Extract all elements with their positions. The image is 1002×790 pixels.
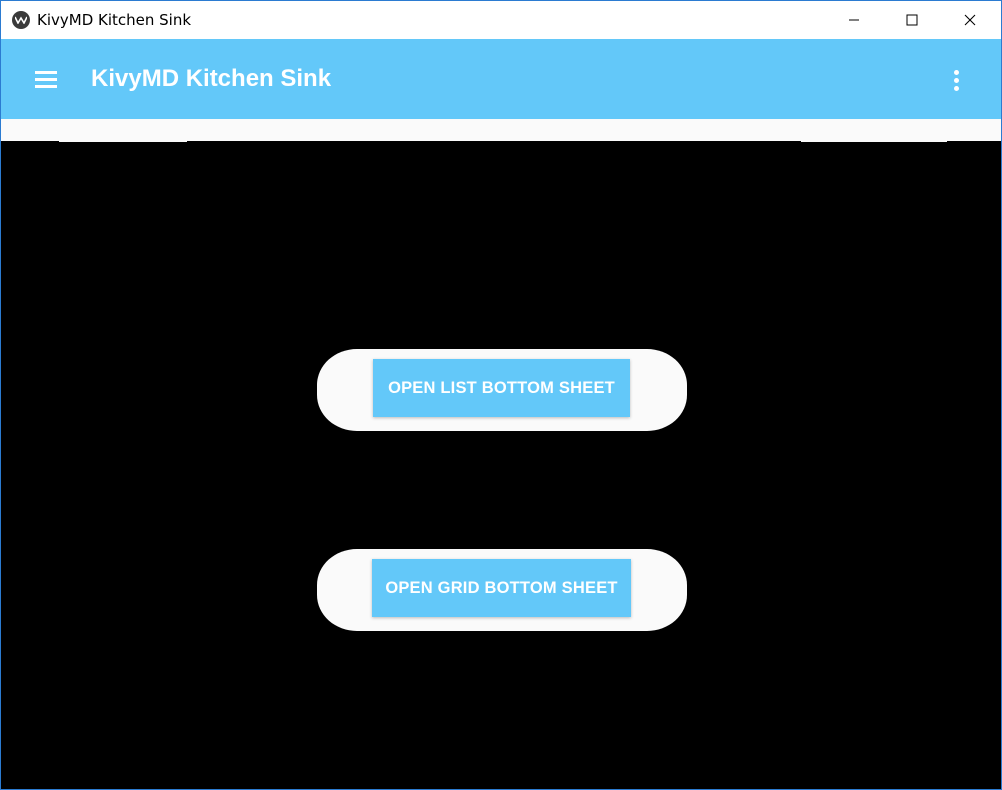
- app-window: KivyMD Kitchen Sink KivyMD Kitchen Sink: [0, 0, 1002, 790]
- app-toolbar: KivyMD Kitchen Sink: [1, 39, 1001, 119]
- toolbar-title: KivyMD Kitchen Sink: [91, 65, 332, 92]
- maximize-icon: [906, 14, 918, 26]
- minimize-button[interactable]: [831, 1, 877, 39]
- open-list-bottom-sheet-button[interactable]: OPEN LIST BOTTOM SHEET: [373, 359, 630, 417]
- close-icon: [964, 14, 976, 26]
- close-button[interactable]: [947, 1, 993, 39]
- main-content: OPEN LIST BOTTOM SHEET OPEN GRID BOTTOM …: [1, 142, 1001, 789]
- more-vert-icon[interactable]: [941, 65, 971, 95]
- window-titlebar[interactable]: KivyMD Kitchen Sink: [1, 1, 1001, 39]
- maximize-button[interactable]: [889, 1, 935, 39]
- open-grid-bottom-sheet-button[interactable]: OPEN GRID BOTTOM SHEET: [372, 559, 631, 617]
- window-title: KivyMD Kitchen Sink: [37, 11, 192, 29]
- minimize-icon: [849, 19, 859, 21]
- menu-icon[interactable]: [29, 66, 63, 94]
- kivy-logo-icon: [12, 11, 30, 29]
- toolbar-shadow-strip: [1, 119, 1001, 141]
